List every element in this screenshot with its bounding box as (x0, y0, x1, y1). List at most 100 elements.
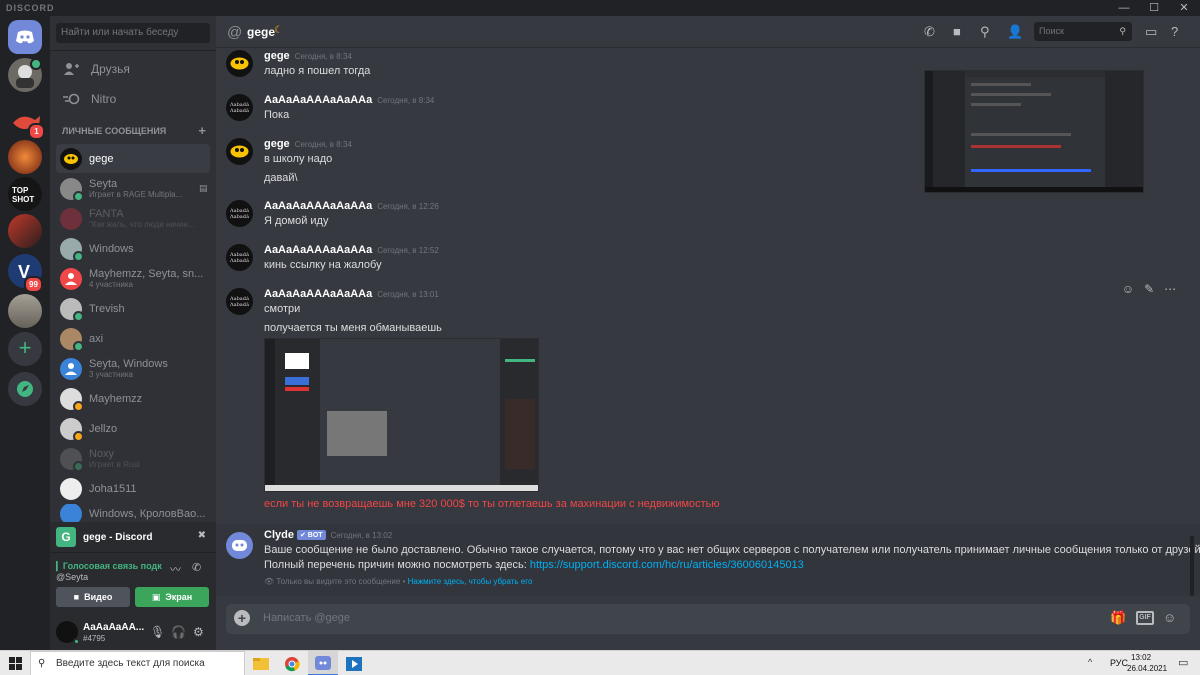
dm-item[interactable]: Mayhemzz, Seyta, sn... 4 участника (56, 264, 210, 293)
video-button[interactable]: ■ Видео (56, 587, 130, 607)
notification-icon[interactable]: ▭ (1178, 656, 1188, 669)
title-bar: DISCORD — ☐ ✕ (0, 0, 1200, 16)
avatar[interactable]: Λabadá Λabadá (226, 200, 253, 227)
emoji-icon[interactable]: ☺ (1163, 610, 1176, 625)
message-author[interactable]: AaAaAaAAAaAaAAa Сегодня, в 12:26 (264, 200, 439, 212)
tray-chevron-icon[interactable]: ^ (1088, 657, 1092, 667)
stream-preview[interactable]: G gege - Discord ✖ (50, 522, 216, 552)
minimize-button[interactable]: — (1110, 0, 1138, 16)
pinned-messages-icon[interactable]: ⚲ (980, 24, 990, 40)
message-author[interactable]: AaAaAaAAAaAaAAa Сегодня, в 12:52 (264, 244, 439, 256)
image-attachment[interactable] (264, 338, 539, 492)
nav-friends[interactable]: Друзья (58, 56, 208, 82)
support-link[interactable]: https://support.discord.com/hc/ru/articl… (530, 559, 804, 571)
more-icon[interactable]: ⋯ (1164, 282, 1176, 296)
dm-item[interactable]: Trevish (56, 294, 210, 323)
search-input[interactable]: Поиск ⚲ (1034, 22, 1132, 41)
media-player-icon[interactable] (339, 651, 369, 675)
svg-text:Λabadá: Λabadá (229, 101, 249, 108)
avatar (60, 297, 84, 322)
group-avatar-icon (60, 357, 82, 380)
avatar[interactable] (226, 50, 253, 77)
server-icon[interactable]: TOP SHOT (8, 177, 42, 211)
dm-item[interactable]: axi (56, 324, 210, 353)
avatar (60, 387, 84, 412)
bot-tag: ✔ BOT (296, 530, 326, 540)
message-author[interactable]: gege Сегодня, в 8:34 (264, 50, 352, 62)
dm-item[interactable]: Mayhemzz (56, 384, 210, 413)
maximize-button[interactable]: ☐ (1140, 0, 1168, 16)
signal-icon: ▎ (56, 561, 63, 571)
dm-item[interactable]: Noxy Играет в Rust (56, 444, 210, 473)
clock-time[interactable]: 13:02 (1131, 653, 1151, 662)
clyde-avatar-icon[interactable] (226, 532, 253, 559)
explore-servers-button[interactable] (8, 372, 42, 406)
message-text: Ваше сообщение не было доставлено. Обычн… (264, 544, 1200, 556)
edit-icon[interactable]: ✎ (1144, 282, 1154, 296)
svg-text:Λabadá: Λabadá (229, 295, 249, 302)
message-composer: + Написать @gege 🎁 GIF ☺ (226, 604, 1190, 634)
add-server-button[interactable]: + (8, 332, 42, 366)
dm-item[interactable]: Seyta, Windows 3 участника (56, 354, 210, 383)
nav-nitro[interactable]: Nitro (58, 86, 208, 112)
scrollbar[interactable] (1190, 536, 1194, 596)
avatar[interactable]: Λabadá Λabadá (226, 288, 253, 315)
dm-item[interactable]: gege (56, 144, 210, 173)
screen-share-button[interactable]: ▣ Экран (135, 587, 209, 607)
dm-name: Seyta, Windows (89, 358, 168, 370)
message-text: давай\ (264, 172, 298, 184)
noise-suppression-icon[interactable]: 〰 (170, 561, 181, 577)
discord-taskbar-icon[interactable] (308, 651, 338, 675)
avatar[interactable] (56, 621, 80, 645)
dm-item[interactable]: Joha1511 (56, 474, 210, 503)
video-call-icon[interactable]: ■ (953, 24, 961, 39)
headphones-icon[interactable]: 🎧 (171, 625, 186, 639)
chrome-icon[interactable] (277, 651, 307, 675)
dm-status: Играет в Rust (89, 460, 140, 469)
gift-icon[interactable]: 🎁 (1110, 610, 1126, 626)
message-author[interactable]: AaAaAaAAAaAaAAa Сегодня, в 13:01 (264, 288, 439, 300)
input-language[interactable]: РУС (1110, 658, 1128, 668)
server-icon[interactable] (8, 294, 42, 328)
add-reaction-icon[interactable]: ☺ (1122, 282, 1134, 296)
settings-gear-icon[interactable]: ⚙ (193, 625, 204, 639)
add-friend-icon[interactable]: 👤 (1007, 24, 1023, 40)
avatar[interactable]: Λabadá Λabadá (226, 94, 253, 121)
upload-plus-icon[interactable]: + (234, 610, 250, 626)
help-icon[interactable]: ? (1171, 24, 1178, 39)
dm-item[interactable]: Jellzo (56, 414, 210, 443)
disconnect-icon[interactable]: ✆ (192, 561, 201, 574)
dm-item[interactable]: FANTA "Как жаль, что люди начин... (56, 204, 210, 233)
file-explorer-icon[interactable] (246, 651, 276, 675)
close-button[interactable]: ✕ (1170, 0, 1198, 16)
ephemeral-note: 👁 Только вы видите это сообщение • Нажми… (264, 577, 533, 586)
message-input[interactable]: Написать @gege (263, 612, 350, 624)
dm-item[interactable]: Windows (56, 234, 210, 263)
gif-button[interactable]: GIF (1136, 611, 1154, 625)
message-author[interactable]: gege Сегодня, в 8:34 (264, 138, 352, 150)
create-dm-button[interactable]: + (198, 123, 206, 138)
discord-app: DISCORD — ☐ ✕ 1 TOP SHOT V 99 + Найти ил… (0, 0, 1200, 675)
message-text: Полный перечень причин можно посмотреть … (264, 559, 804, 571)
dm-status: Играет в RAGE Multipla... (89, 190, 183, 199)
microphone-icon[interactable]: 🎙 (150, 625, 165, 639)
message-author[interactable]: Clyde ✔ BOT Сегодня, в 13:02 (264, 529, 392, 541)
server-icon[interactable] (8, 214, 42, 248)
dm-item[interactable]: Seyta Играет в RAGE Multipla... ▤ (56, 174, 210, 203)
avatar[interactable]: Λabadá Λabadá (226, 244, 253, 271)
taskbar-search-input[interactable]: ⚲ Введите здесь текст для поиска (30, 651, 245, 675)
dismiss-link[interactable]: Нажмите здесь, чтобы убрать его (408, 577, 533, 586)
stop-stream-icon[interactable]: ✖ (198, 530, 206, 541)
message-author[interactable]: AaAaAaAAAaAaAAa Сегодня, в 8:34 (264, 94, 434, 106)
voice-call-icon[interactable]: ✆ (924, 24, 935, 40)
dm-search-input[interactable]: Найти или начать беседу (56, 23, 210, 43)
windows-start-icon[interactable] (9, 657, 22, 673)
avatar[interactable] (226, 138, 253, 165)
clock-date[interactable]: 26.04.2021 (1127, 664, 1167, 673)
home-button[interactable] (8, 20, 42, 54)
server-rail: 1 TOP SHOT V 99 + (0, 16, 50, 650)
dm-item[interactable]: Windows, КроловВао... (56, 504, 210, 524)
server-icon[interactable] (8, 140, 42, 174)
image-attachment[interactable] (924, 70, 1144, 193)
inbox-icon[interactable]: ▭ (1145, 24, 1157, 40)
